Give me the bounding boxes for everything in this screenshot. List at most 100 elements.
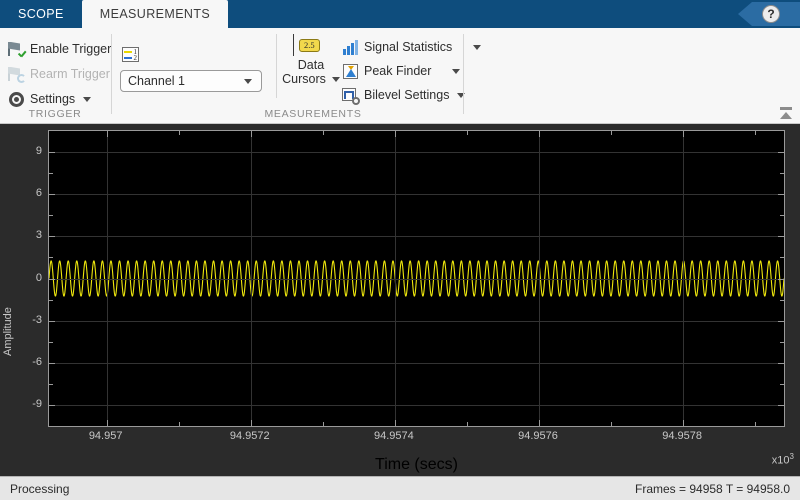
grid-line-horizontal (49, 279, 784, 280)
ribbon-separator-2 (463, 34, 464, 114)
legend-index-2: 2 (134, 55, 138, 61)
collapse-ribbon-icon[interactable] (778, 105, 794, 121)
x-axis-minor-tick (755, 131, 756, 135)
y-axis-tick-label: 9 (2, 145, 42, 157)
x-axis-minor-tick (323, 422, 324, 426)
signal-statistics-button[interactable]: Signal Statistics (342, 36, 481, 58)
y-axis-minor-tick (780, 300, 784, 301)
y-axis-tick (49, 363, 55, 364)
x-axis-minor-tick (611, 422, 612, 426)
peak-finder-icon (342, 63, 359, 80)
trigger-settings-button[interactable]: Settings (8, 88, 91, 110)
x-axis-minor-tick (467, 422, 468, 426)
data-cursors-label: Data Cursors (282, 58, 340, 86)
data-cursors-icon: 2.5 (291, 34, 331, 58)
y-axis-tick-label: 3 (2, 229, 42, 241)
ribbon-separator-inner (276, 34, 277, 98)
plot-axes[interactable] (48, 130, 785, 427)
data-cursors-button[interactable]: 2.5 Data Cursors (282, 32, 340, 100)
chevron-down-icon[interactable] (452, 69, 460, 74)
trigger-settings-label: Settings (30, 92, 75, 106)
x-axis-tick-label: 94.957 (89, 430, 123, 442)
enable-trigger-icon (8, 41, 25, 58)
channel-legend-icon: 1 2 (122, 47, 139, 62)
y-axis-minor-tick (49, 257, 53, 258)
y-axis-tick (49, 152, 55, 153)
y-axis-minor-tick (780, 173, 784, 174)
x-axis-minor-tick (323, 131, 324, 135)
y-axis-tick (49, 279, 55, 280)
chevron-down-icon[interactable] (244, 79, 252, 84)
chevron-down-icon[interactable] (83, 97, 91, 102)
y-axis-tick-label: 0 (2, 272, 42, 284)
x-axis-tick (251, 131, 252, 137)
rearm-trigger-button: Rearm Trigger (8, 63, 110, 85)
y-axis-minor-tick (49, 300, 53, 301)
grid-line-vertical (683, 131, 684, 426)
channel-select-value: Channel 1 (121, 74, 241, 88)
data-cursors-badge: 2.5 (299, 39, 320, 52)
x-axis-tick-label: 94.9572 (230, 430, 270, 442)
y-axis-tick (49, 194, 55, 195)
y-axis-tick (778, 279, 784, 280)
y-axis-tick-label: -9 (2, 398, 42, 410)
help-icon[interactable]: ? (762, 5, 780, 23)
ribbon-group-label-measurements: MEASUREMENTS (164, 108, 462, 120)
y-axis-tick (778, 194, 784, 195)
y-axis-tick-label: 6 (2, 187, 42, 199)
bilevel-settings-label: Bilevel Settings (364, 88, 449, 102)
tab-scope[interactable]: SCOPE (0, 0, 82, 28)
grid-line-horizontal (49, 405, 784, 406)
trigger-commands: Enable Trigger Rearm Trigger Settings (0, 30, 110, 102)
x-axis-minor-tick (611, 131, 612, 135)
enable-trigger-button[interactable]: Enable Trigger (8, 38, 111, 60)
rearm-trigger-label: Rearm Trigger (30, 67, 110, 81)
x-axis-tick (539, 131, 540, 137)
chevron-down-icon[interactable] (332, 77, 340, 82)
peak-finder-button[interactable]: Peak Finder (342, 60, 460, 82)
chevron-down-icon[interactable] (457, 93, 465, 98)
tab-bar: SCOPE MEASUREMENTS ? (0, 0, 800, 28)
ribbon-group-measurements: 1 2 Channel 1 2.5 Data C (112, 28, 462, 124)
y-axis-tick (778, 321, 784, 322)
ribbon-group-trigger: Enable Trigger Rearm Trigger Settings TR… (0, 28, 110, 124)
signal-statistics-label: Signal Statistics (364, 40, 452, 54)
scope-window: SCOPE MEASUREMENTS ? Enable Trigger (0, 0, 800, 500)
status-bar: Processing Frames = 94958 T = 94958.0 (0, 476, 800, 500)
help-area: ? (738, 0, 800, 28)
x-axis-tick (107, 131, 108, 137)
x-axis-exponent: x103 (772, 452, 794, 467)
peak-finder-label: Peak Finder (364, 64, 431, 78)
y-axis-tick (778, 152, 784, 153)
ribbon: Enable Trigger Rearm Trigger Settings TR… (0, 28, 800, 124)
grid-line-vertical (539, 131, 540, 426)
y-axis-minor-tick (780, 215, 784, 216)
y-axis-minor-tick (49, 384, 53, 385)
y-axis-tick (49, 321, 55, 322)
x-axis-tick (683, 420, 684, 426)
x-axis-minor-tick (755, 422, 756, 426)
x-axis-tick (251, 420, 252, 426)
y-axis-minor-tick (780, 257, 784, 258)
status-right: Frames = 94958 T = 94958.0 (635, 482, 790, 496)
y-axis-tick (49, 236, 55, 237)
tab-measurements[interactable]: MEASUREMENTS (82, 0, 228, 28)
x-axis-minor-tick (467, 131, 468, 135)
y-axis-tick (778, 405, 784, 406)
x-axis-label-wrap: Time (secs) (48, 456, 785, 474)
bilevel-settings-button[interactable]: Bilevel Settings (342, 84, 465, 106)
chevron-down-icon[interactable] (473, 45, 481, 50)
enable-trigger-label: Enable Trigger (30, 42, 111, 56)
y-axis-minor-tick (49, 342, 53, 343)
settings-gear-icon (8, 91, 25, 108)
signal-statistics-icon (342, 39, 359, 56)
x-axis-tick-label: 94.9578 (662, 430, 702, 442)
channel-select[interactable]: Channel 1 (120, 70, 262, 92)
scope-plot: Amplitude Time (secs) x103 9630-3-6-9 94… (0, 124, 800, 476)
bilevel-settings-icon (342, 87, 359, 104)
y-axis-tick (778, 236, 784, 237)
y-axis-tick (49, 405, 55, 406)
y-axis-tick (778, 363, 784, 364)
x-axis-minor-tick (179, 422, 180, 426)
y-axis-minor-tick (49, 173, 53, 174)
